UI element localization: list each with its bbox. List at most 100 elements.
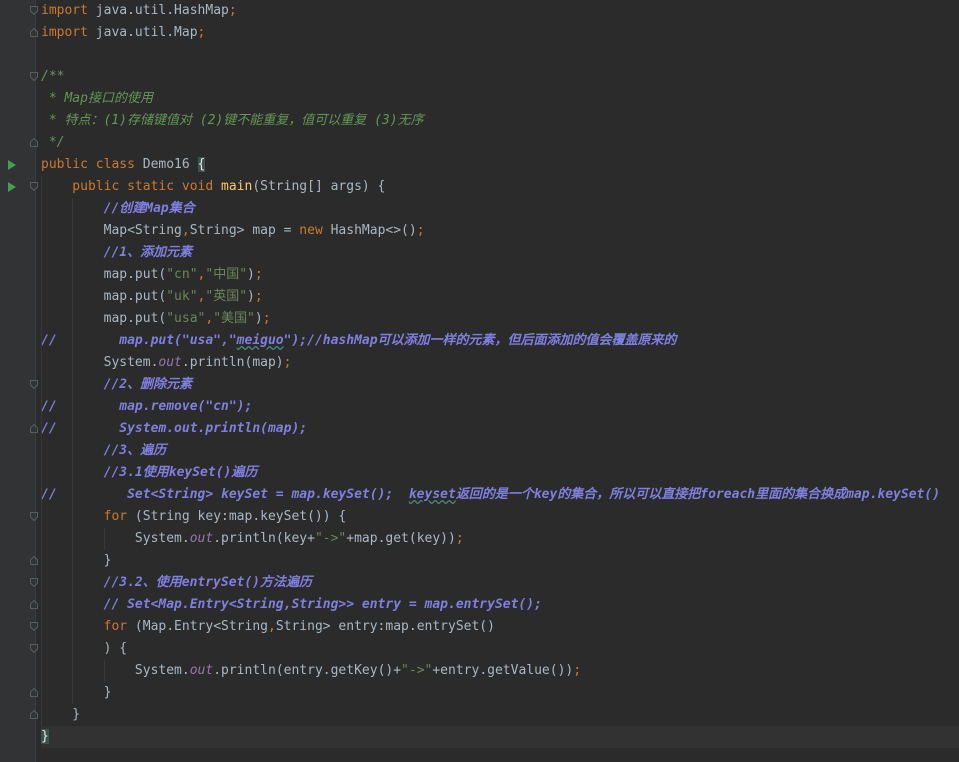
fold-marker-icon[interactable] — [30, 512, 38, 521]
code-token: java.util.Map — [87, 25, 198, 40]
run-triangle-icon[interactable] — [8, 160, 16, 170]
code-token: java.util.HashMap — [87, 3, 229, 18]
code-line[interactable]: map.put("usa","美国"); — [41, 308, 959, 330]
code-line[interactable]: * Map接口的使用 — [41, 88, 959, 110]
code-token: //2、删除元素 — [41, 377, 193, 392]
code-line[interactable]: //3.1使用keySet()遍历 — [41, 462, 959, 484]
code-line[interactable]: // Set<Map.Entry<String,String>> entry =… — [41, 594, 959, 616]
code-line[interactable]: /** — [41, 66, 959, 88]
code-token: new — [299, 223, 331, 238]
code-token: //3.2、使用entrySet()方法遍历 — [41, 575, 313, 590]
code-line[interactable]: System.out.println(map); — [41, 352, 959, 374]
fold-marker-icon[interactable] — [30, 688, 38, 697]
indent-guide — [104, 528, 105, 550]
code-line[interactable]: ) { — [41, 638, 959, 660]
fold-marker-icon[interactable] — [30, 578, 38, 587]
code-line[interactable]: // Set<String> keySet = map.keySet(); ke… — [41, 484, 959, 506]
code-token: import — [41, 25, 88, 40]
code-line[interactable]: public class Demo16 { — [41, 154, 959, 176]
code-token: ");//hashMap可以添加一样的元素，但后面添加的值会覆盖原来的 — [283, 333, 677, 348]
code-token: "中国" — [205, 267, 248, 282]
fold-marker-icon[interactable] — [30, 424, 38, 433]
code-token: "英国" — [205, 289, 248, 304]
code-line[interactable]: for (Map.Entry<String,String> entry:map.… — [41, 616, 959, 638]
code-token: System. — [41, 355, 159, 370]
code-line[interactable]: //1、添加元素 — [41, 242, 959, 264]
code-line[interactable]: public static void main(String[] args) { — [41, 176, 959, 198]
fold-marker-icon[interactable] — [30, 28, 38, 37]
code-line[interactable]: map.put("cn","中国"); — [41, 264, 959, 286]
fold-marker-icon[interactable] — [30, 644, 38, 653]
fold-marker-icon[interactable] — [30, 380, 38, 389]
code-token: "->" — [401, 663, 433, 678]
code-token: String> map = — [189, 223, 300, 238]
code-token: // map.put("usa"," — [41, 333, 237, 348]
code-line[interactable]: //创建Map集合 — [41, 198, 959, 220]
code-token: "美国" — [213, 311, 255, 326]
fold-marker-icon[interactable] — [30, 72, 38, 81]
code-token: "uk" — [166, 289, 198, 304]
code-token: +entry.getValue()) — [432, 663, 574, 678]
code-line[interactable]: map.put("uk","英国"); — [41, 286, 959, 308]
code-token: */ — [41, 135, 65, 150]
fold-marker-icon[interactable] — [30, 6, 38, 15]
fold-marker-icon[interactable] — [30, 556, 38, 565]
code-token: .println(map) — [181, 355, 284, 370]
code-token: //3.1使用keySet()遍历 — [41, 465, 258, 480]
code-line[interactable] — [41, 44, 959, 66]
code-line[interactable]: System.out.println(key+"->"+map.get(key)… — [41, 528, 959, 550]
code-token: .println(key+ — [213, 531, 315, 546]
fold-marker-icon[interactable] — [30, 600, 38, 609]
code-line[interactable]: System.out.println(entry.getKey()+"->"+e… — [41, 660, 959, 682]
code-token: (String key:map.keySet()) { — [134, 509, 347, 524]
fold-marker-icon[interactable] — [30, 710, 38, 719]
code-token: ; — [197, 25, 206, 40]
code-token: * 特点：(1)存储键值对 (2)键不能重复，值可以重复 (3)无序 — [41, 113, 424, 128]
code-line[interactable]: } — [41, 704, 959, 726]
code-line[interactable]: // map.put("usa","meiguo");//hashMap可以添加… — [41, 330, 959, 352]
code-editor[interactable]: import java.util.HashMap; import java.uti… — [0, 0, 959, 762]
code-token: keyset — [408, 487, 456, 502]
indent-guide — [41, 176, 42, 726]
code-token: ; — [254, 267, 263, 282]
code-line[interactable]: } — [41, 726, 959, 748]
code-token: { — [197, 157, 206, 172]
code-token: map.put( — [41, 289, 167, 304]
fold-marker-icon[interactable] — [30, 138, 38, 147]
code-token: , — [181, 223, 190, 238]
code-line[interactable]: for (String key:map.keySet()) { — [41, 506, 959, 528]
code-line[interactable]: } — [41, 682, 959, 704]
code-token: // System.out.println(map); — [41, 421, 308, 436]
fold-marker-icon[interactable] — [30, 622, 38, 631]
code-line[interactable]: //2、删除元素 — [41, 374, 959, 396]
code-line[interactable]: import java.util.HashMap; — [41, 0, 959, 22]
code-token: System. — [41, 531, 190, 546]
fold-marker-icon[interactable] — [30, 182, 38, 191]
code-line[interactable]: Map<String,String> map = new HashMap<>()… — [41, 220, 959, 242]
code-token: String> entry:map.entrySet() — [275, 619, 495, 634]
code-token: (String[] args) { — [252, 179, 386, 194]
code-token: ) — [254, 311, 263, 326]
code-token: // Set<Map.Entry<String,String>> entry =… — [41, 597, 542, 612]
code-token: ) — [247, 289, 255, 304]
code-area[interactable]: import java.util.HashMap; import java.uti… — [41, 0, 959, 762]
code-token: } — [41, 685, 112, 700]
code-token: public static void — [41, 179, 222, 194]
code-line[interactable]: * 特点：(1)存储键值对 (2)键不能重复，值可以重复 (3)无序 — [41, 110, 959, 132]
code-token: out — [189, 531, 214, 546]
code-token: } — [41, 707, 81, 722]
code-line[interactable]: //3.2、使用entrySet()方法遍历 — [41, 572, 959, 594]
code-token: HashMap<>() — [330, 223, 417, 238]
code-token: System. — [41, 663, 190, 678]
code-line[interactable]: */ — [41, 132, 959, 154]
code-token: +map.get(key)) — [346, 531, 456, 546]
code-line[interactable]: import java.util.Map; — [41, 22, 959, 44]
code-token: Map<String — [41, 223, 182, 238]
code-line[interactable]: // System.out.println(map); — [41, 418, 959, 440]
code-line[interactable]: } — [41, 550, 959, 572]
code-token: map.put( — [41, 311, 167, 326]
run-triangle-icon[interactable] — [8, 182, 16, 192]
code-token: ; — [228, 3, 237, 18]
code-line[interactable]: // map.remove("cn"); — [41, 396, 959, 418]
code-line[interactable]: //3、遍历 — [41, 440, 959, 462]
